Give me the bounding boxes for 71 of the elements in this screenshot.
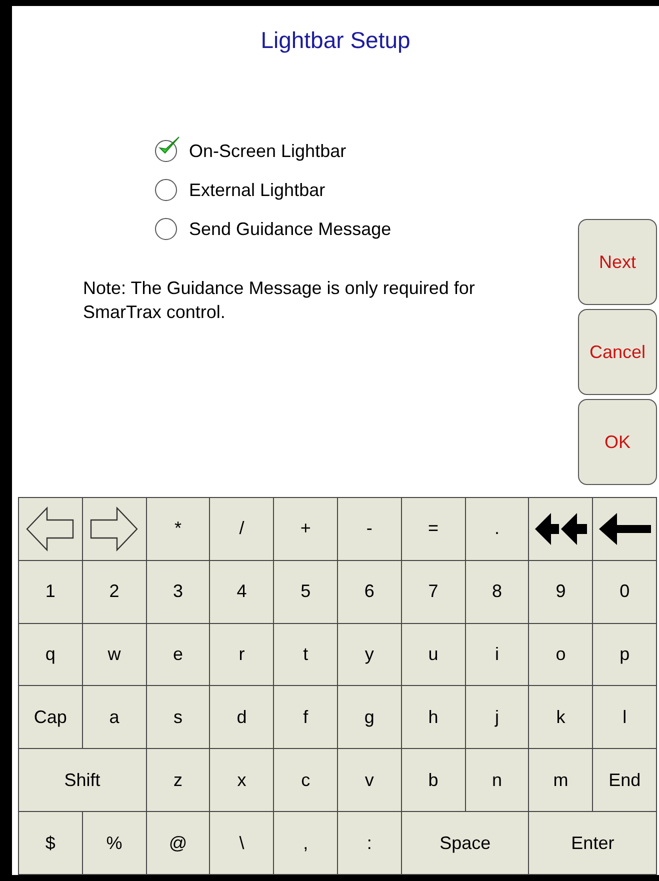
- keyboard-key[interactable]: 4: [210, 560, 274, 624]
- keyboard-key[interactable]: v: [338, 749, 402, 812]
- keyboard-key[interactable]: :: [338, 812, 402, 875]
- keyboard-key[interactable]: 7: [402, 560, 466, 624]
- keyboard-key[interactable]: ,: [274, 812, 338, 875]
- keyboard-key[interactable]: %: [82, 812, 147, 875]
- keyboard-key[interactable]: 1: [19, 560, 83, 624]
- keyboard-key[interactable]: 8: [466, 560, 530, 624]
- side-button[interactable]: OK: [578, 399, 657, 485]
- radio-button[interactable]: [155, 218, 177, 240]
- keyboard-key[interactable]: [529, 498, 594, 561]
- keyboard-key[interactable]: Shift: [19, 749, 147, 812]
- keyboard-key[interactable]: g: [338, 686, 402, 750]
- keyboard-key[interactable]: x: [210, 749, 274, 812]
- option-label[interactable]: External Lightbar: [189, 179, 326, 201]
- keyboard-key[interactable]: h: [402, 686, 466, 750]
- keyboard-key[interactable]: w: [82, 624, 147, 686]
- keyboard-key[interactable]: c: [274, 749, 338, 812]
- keyboard-key[interactable]: a: [82, 686, 147, 750]
- keyboard-key[interactable]: k: [529, 686, 594, 750]
- keyboard-key[interactable]: j: [466, 686, 530, 750]
- keyboard-key[interactable]: $: [19, 812, 83, 875]
- keyboard-key[interactable]: +: [274, 498, 338, 561]
- keyboard-key[interactable]: [82, 498, 147, 561]
- screen-title: Lightbar Setup: [260, 26, 410, 54]
- keyboard-key[interactable]: 5: [274, 560, 338, 624]
- right-arrow-icon: [89, 506, 140, 552]
- keyboard-key[interactable]: [593, 498, 657, 561]
- keyboard-key[interactable]: .: [466, 498, 530, 561]
- keyboard-key[interactable]: n: [466, 749, 530, 812]
- keyboard-key[interactable]: m: [529, 749, 594, 812]
- keyboard-key[interactable]: i: [466, 624, 530, 686]
- keyboard-key[interactable]: -: [338, 498, 402, 561]
- side-button[interactable]: Cancel: [578, 309, 657, 395]
- keyboard-key[interactable]: q: [19, 624, 83, 686]
- keyboard-key[interactable]: f: [274, 686, 338, 750]
- keyboard-key[interactable]: o: [529, 624, 594, 686]
- keyboard-key[interactable]: /: [210, 498, 274, 561]
- keyboard-key[interactable]: t: [274, 624, 338, 686]
- keyboard-key[interactable]: d: [210, 686, 274, 750]
- keyboard-key[interactable]: \: [210, 812, 274, 875]
- keyboard-key[interactable]: 2: [82, 560, 147, 624]
- left-arrow-icon: [25, 506, 76, 552]
- side-button[interactable]: Next: [578, 219, 657, 305]
- keyboard-key[interactable]: b: [402, 749, 466, 812]
- keyboard-key[interactable]: [19, 498, 83, 561]
- keyboard-key[interactable]: =: [402, 498, 466, 561]
- radio-button[interactable]: [155, 179, 177, 201]
- keyboard-key[interactable]: *: [146, 498, 210, 561]
- keyboard-key[interactable]: u: [402, 624, 466, 686]
- keyboard-key[interactable]: r: [210, 624, 274, 686]
- keyboard-key[interactable]: 9: [529, 560, 594, 624]
- double-left-arrow-icon: [532, 510, 589, 547]
- keyboard-key[interactable]: Space: [402, 812, 530, 875]
- keyboard-key[interactable]: p: [593, 624, 657, 686]
- keyboard-key[interactable]: 3: [146, 560, 210, 624]
- option-label[interactable]: On-Screen Lightbar: [189, 140, 346, 162]
- keyboard-key[interactable]: Enter: [529, 812, 657, 875]
- keyboard-key[interactable]: l: [593, 686, 657, 750]
- keyboard-key[interactable]: y: [338, 624, 402, 686]
- keyboard-key[interactable]: s: [146, 686, 210, 750]
- keyboard-key[interactable]: @: [146, 812, 210, 875]
- keyboard-key[interactable]: Cap: [19, 686, 83, 750]
- left-arrow-icon: [596, 510, 653, 547]
- keyboard-key[interactable]: 6: [338, 560, 402, 624]
- keyboard-key[interactable]: 0: [593, 560, 657, 624]
- keyboard-key[interactable]: z: [146, 749, 210, 812]
- keyboard-key[interactable]: e: [146, 624, 210, 686]
- keyboard-key[interactable]: End: [593, 749, 657, 812]
- option-label[interactable]: Send Guidance Message: [189, 218, 392, 240]
- note-text: Note: The Guidance Message is only required for SmarTrax control.: [83, 277, 476, 324]
